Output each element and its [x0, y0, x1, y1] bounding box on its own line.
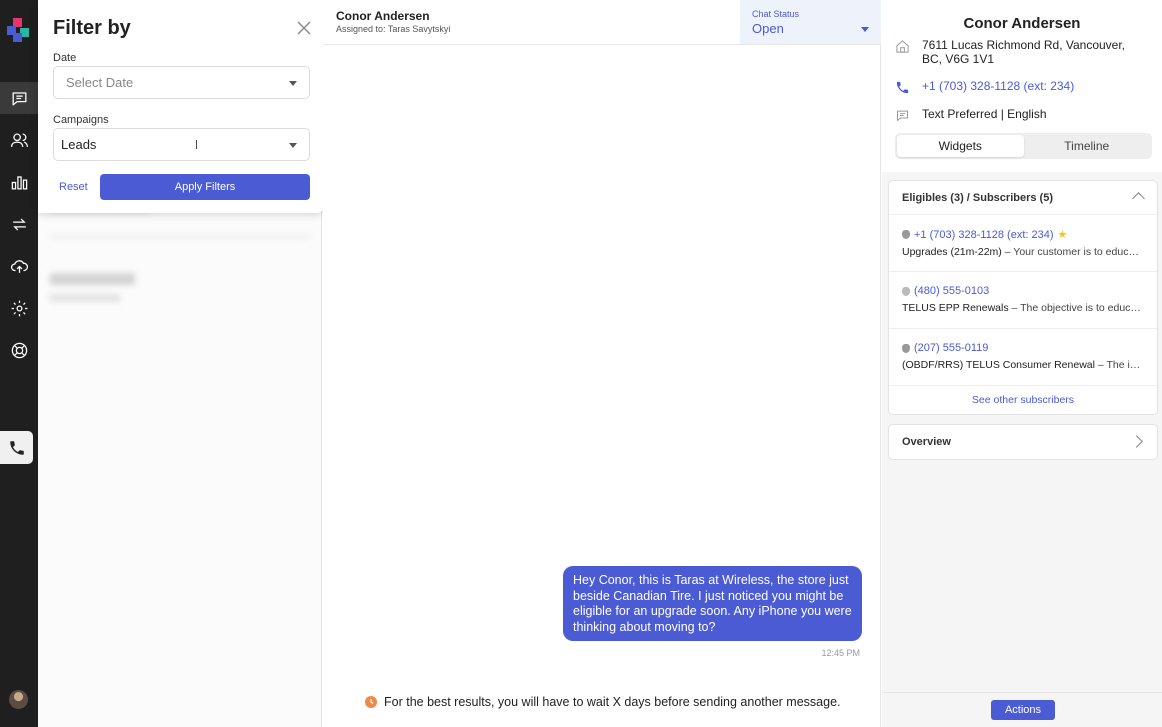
contact-name: Conor Andersen: [963, 15, 1081, 32]
chevron-up-icon[interactable]: [1132, 192, 1145, 205]
chevron-down-icon: [861, 27, 869, 32]
list-item[interactable]: (207) 555-0119 (OBDF/RRS) TELUS Consumer…: [889, 329, 1157, 386]
contact-summary: Conor Andersen 7611 Lucas Richmond Rd, V…: [882, 0, 1162, 172]
tab-timeline[interactable]: Timeline: [1024, 135, 1151, 157]
chat-contact-name: Conor Andersen: [336, 9, 430, 23]
clock-icon: [365, 696, 377, 708]
dialer-button[interactable]: [0, 431, 33, 464]
panel-tabs: Widgets Timeline: [895, 133, 1152, 159]
date-label: Date: [53, 52, 77, 64]
subscriber-detail: – The objective is to educat…: [1008, 302, 1144, 314]
contacts-nav-icon[interactable]: [7, 128, 31, 152]
chat-nav-icon[interactable]: [0, 82, 38, 114]
phone-icon: [9, 440, 24, 455]
home-icon: [896, 40, 909, 53]
blurred-subtext: [50, 294, 120, 302]
android-icon: [902, 286, 910, 296]
subscriber-phone[interactable]: +1 (703) 328-1128 (ext: 234): [914, 229, 1054, 241]
wait-notice-text: For the best results, you will have to w…: [384, 695, 841, 709]
wait-notice: For the best results, you will have to w…: [365, 695, 841, 709]
chevron-down-icon: [289, 143, 297, 148]
blurred-name: [50, 273, 135, 285]
close-icon[interactable]: [296, 20, 312, 36]
phone-row[interactable]: +1 (703) 328-1128 (ext: 234): [895, 79, 1074, 95]
chevron-right-icon: [1130, 435, 1143, 448]
subscriber-phone[interactable]: (480) 555-0103: [914, 285, 989, 297]
chat-header: Conor Andersen Assigned to: Taras Savyts…: [323, 0, 881, 45]
apply-filters-button[interactable]: Apply Filters: [100, 174, 310, 200]
assigned-to: Assigned to: Taras Savytskyi: [336, 24, 451, 34]
upload-nav-icon[interactable]: [7, 254, 31, 278]
subscriber-detail: – Your customer is to educ…: [1001, 246, 1139, 258]
chat-status-value: Open: [752, 21, 784, 36]
overview-title: Overview: [902, 436, 951, 448]
date-placeholder: Select Date: [66, 75, 134, 90]
reset-button[interactable]: Reset: [59, 181, 88, 193]
eligibles-card: Eligibles (3) / Subscribers (5) +1 (703)…: [888, 180, 1158, 415]
see-other-subscribers-link[interactable]: See other subscribers: [889, 386, 1157, 414]
outgoing-message: Hey Conor, this is Taras at Wireless, th…: [563, 566, 862, 641]
divider: [882, 692, 1162, 693]
chevron-down-icon: [289, 81, 297, 86]
subscriber-detail: – The int…: [1094, 359, 1144, 371]
preference-row: Text Preferred | English: [895, 107, 1047, 123]
chat-status-label: Chat Status: [752, 9, 800, 19]
subscriber-campaign: TELUS EPP Renewals: [902, 302, 1009, 314]
overview-card[interactable]: Overview: [888, 424, 1158, 460]
text-cursor: [196, 140, 197, 149]
contact-phone[interactable]: +1 (703) 328-1128 (ext: 234): [922, 79, 1074, 95]
left-rail: [0, 0, 38, 727]
actions-button[interactable]: Actions: [991, 700, 1055, 720]
list-item[interactable]: +1 (703) 328-1128 (ext: 234) ★ Upgrades (…: [889, 215, 1157, 272]
star-icon: ★: [1057, 229, 1068, 241]
campaigns-label: Campaigns: [53, 114, 109, 126]
eligibles-title: Eligibles (3) / Subscribers (5): [902, 191, 1053, 204]
campaigns-select[interactable]: Leads: [53, 128, 310, 161]
message-icon: [897, 110, 908, 121]
reports-nav-icon[interactable]: [7, 170, 31, 194]
list-item[interactable]: (480) 555-0103 TELUS EPP Renewals – The …: [889, 272, 1157, 329]
subscriber-campaign: (OBDF/RRS) TELUS Consumer Renewal: [902, 359, 1095, 371]
chat-panel: Conor Andersen Assigned to: Taras Savyts…: [323, 0, 881, 727]
apple-icon: [902, 343, 910, 353]
contact-address: 7611 Lucas Richmond Rd, Vancouver, BC, V…: [922, 38, 1126, 66]
app-logo-icon: [7, 18, 29, 42]
eligibles-header[interactable]: Eligibles (3) / Subscribers (5): [889, 181, 1157, 215]
overview-header[interactable]: Overview: [889, 425, 1157, 459]
tab-widgets[interactable]: Widgets: [897, 135, 1024, 157]
user-avatar[interactable]: [9, 690, 28, 709]
sync-nav-icon[interactable]: [7, 212, 31, 236]
filter-panel: Filter by Date Select Date Campaigns Lea…: [38, 0, 323, 213]
campaigns-value: Leads: [61, 137, 97, 152]
subscriber-campaign: Upgrades (21m-22m): [902, 246, 1002, 258]
message-timestamp: 12:45 PM: [821, 648, 860, 658]
apple-icon: [902, 230, 910, 239]
chat-status-dropdown[interactable]: Chat Status Open: [740, 0, 881, 44]
address-row: 7611 Lucas Richmond Rd, Vancouver, BC, V…: [895, 38, 1155, 66]
settings-nav-icon[interactable]: [7, 296, 31, 320]
subscriber-phone[interactable]: (207) 555-0119: [914, 342, 988, 354]
contact-preference: Text Preferred | English: [922, 107, 1047, 121]
phone-icon: [896, 81, 909, 94]
date-select[interactable]: Select Date: [53, 66, 310, 99]
filter-title: Filter by: [53, 17, 131, 39]
contact-panel: Conor Andersen 7611 Lucas Richmond Rd, V…: [882, 0, 1162, 727]
blurred-divider: [50, 235, 310, 239]
help-nav-icon[interactable]: [7, 338, 31, 362]
